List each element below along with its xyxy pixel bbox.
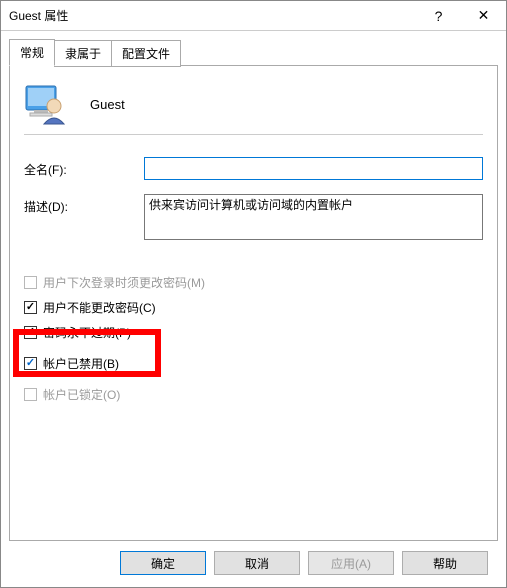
tab-memberof[interactable]: 隶属于 <box>54 40 112 67</box>
locked-label: 帐户已锁定(O) <box>43 386 120 403</box>
account-disabled-row[interactable]: 帐户已禁用(B) <box>24 355 483 372</box>
description-row: 描述(D): 供来宾访问计算机或访问域的内置帐户 <box>24 194 483 240</box>
client-area: 常规 隶属于 配置文件 Guest 全名(F): <box>1 31 506 587</box>
dialog-footer: 确定 取消 应用(A) 帮助 <box>9 541 498 587</box>
must-change-row: 用户下次登录时须更改密码(M) <box>24 274 483 291</box>
account-disabled-label: 帐户已禁用(B) <box>43 355 119 372</box>
tab-panel-general: Guest 全名(F): 描述(D): 供来宾访问计算机或访问域的内置帐户 用户… <box>9 65 498 541</box>
header-row: Guest <box>24 82 483 126</box>
apply-button[interactable]: 应用(A) <box>308 551 394 575</box>
tab-profile[interactable]: 配置文件 <box>111 40 181 67</box>
must-change-label: 用户下次登录时须更改密码(M) <box>43 274 205 291</box>
user-icon <box>24 82 68 126</box>
properties-dialog: Guest 属性 ? ✕ 常规 隶属于 配置文件 Guest <box>0 0 507 588</box>
titlebar: Guest 属性 ? ✕ <box>1 1 506 31</box>
checkbox-never-expire[interactable] <box>24 326 37 339</box>
fullname-label: 全名(F): <box>24 157 144 178</box>
checkbox-locked <box>24 388 37 401</box>
window-title: Guest 属性 <box>9 7 416 24</box>
checkbox-must-change <box>24 276 37 289</box>
tab-general[interactable]: 常规 <box>9 39 55 66</box>
fullname-input[interactable] <box>144 157 483 180</box>
checkbox-account-disabled[interactable] <box>24 357 37 370</box>
description-input[interactable]: 供来宾访问计算机或访问域的内置帐户 <box>144 194 483 240</box>
never-expire-row[interactable]: 密码永不过期(P) <box>24 324 483 341</box>
checkbox-cannot-change[interactable] <box>24 301 37 314</box>
help-button[interactable]: ? <box>416 1 461 31</box>
cannot-change-row[interactable]: 用户不能更改密码(C) <box>24 299 483 316</box>
locked-row: 帐户已锁定(O) <box>24 386 483 403</box>
never-expire-label: 密码永不过期(P) <box>43 324 131 341</box>
cannot-change-label: 用户不能更改密码(C) <box>43 299 156 316</box>
divider <box>24 134 483 135</box>
tab-strip: 常规 隶属于 配置文件 <box>9 39 498 66</box>
help-button-footer[interactable]: 帮助 <box>402 551 488 575</box>
fullname-row: 全名(F): <box>24 157 483 180</box>
ok-button[interactable]: 确定 <box>120 551 206 575</box>
close-button[interactable]: ✕ <box>461 1 506 31</box>
account-name: Guest <box>90 97 125 112</box>
description-label: 描述(D): <box>24 194 144 215</box>
cancel-button[interactable]: 取消 <box>214 551 300 575</box>
